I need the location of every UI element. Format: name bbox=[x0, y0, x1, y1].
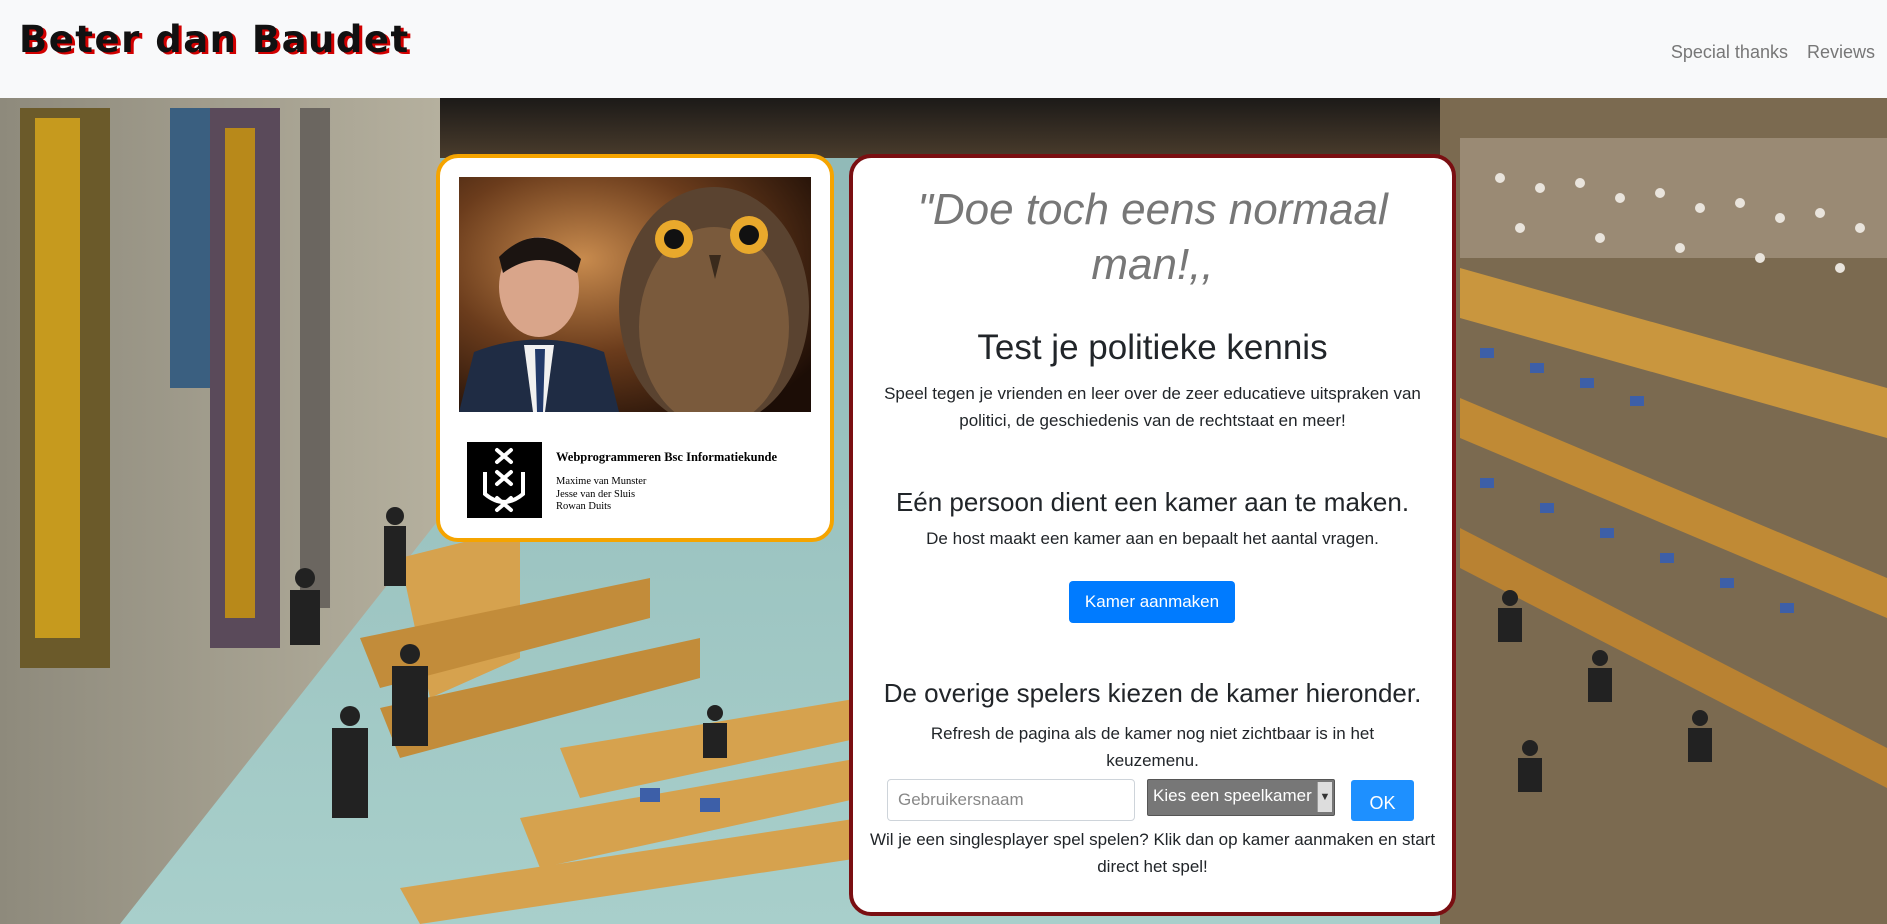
author-name: Rowan Duits bbox=[556, 501, 612, 512]
navbar: Beter dan Baudet Special thanks Reviews bbox=[0, 0, 1887, 98]
nav-link-reviews[interactable]: Reviews bbox=[1807, 42, 1875, 63]
author-name: Maxime van Munster bbox=[556, 476, 647, 487]
host-description: De host maakt een kamer aan en bepaalt h… bbox=[926, 529, 1379, 548]
brand-logo[interactable]: Beter dan Baudet bbox=[19, 18, 410, 61]
author-names: Maxime van Munster Jesse van der Sluis R… bbox=[556, 476, 646, 514]
chevron-down-icon[interactable]: ▼ bbox=[1317, 782, 1332, 812]
quote-heading: "Doe toch eens normaal man!,, bbox=[917, 185, 1388, 289]
join-description: Refresh de pagina als de kamer nog niet … bbox=[930, 724, 1375, 770]
course-credits: Webprogrammeren Bsc Informatiekunde Maxi… bbox=[467, 442, 807, 522]
game-lobby-card: "Doe toch eens normaal man!,, Test je po… bbox=[849, 154, 1456, 916]
room-select-label: Kies een speelkamer bbox=[1153, 786, 1312, 805]
credits-card: Webprogrammeren Bsc Informatiekunde Maxi… bbox=[436, 154, 834, 542]
create-room-button[interactable]: Kamer aanmaken bbox=[1069, 581, 1235, 623]
test-heading: Test je politieke kennis bbox=[977, 328, 1328, 367]
ok-button[interactable]: OK bbox=[1351, 780, 1414, 821]
room-select[interactable]: Kies een speelkamer ▼ bbox=[1147, 779, 1335, 816]
host-heading: Eén persoon dient een kamer aan te maken… bbox=[895, 487, 1410, 517]
uva-logo-icon bbox=[467, 442, 542, 518]
nav-link-special-thanks[interactable]: Special thanks bbox=[1671, 42, 1788, 63]
course-title: Webprogrammeren Bsc Informatiekunde bbox=[556, 450, 778, 464]
username-input[interactable] bbox=[887, 779, 1135, 821]
nav-links: Special thanks Reviews bbox=[1671, 42, 1875, 63]
singleplayer-hint: Wil je een singlesplayer spel spelen? Kl… bbox=[869, 830, 1436, 876]
baudet-owl-photo bbox=[459, 177, 811, 427]
author-name: Jesse van der Sluis bbox=[556, 488, 636, 500]
join-heading: De overige spelers kiezen de kamer hiero… bbox=[883, 678, 1422, 708]
test-description: Speel tegen je vrienden en leer over de … bbox=[884, 384, 1421, 430]
